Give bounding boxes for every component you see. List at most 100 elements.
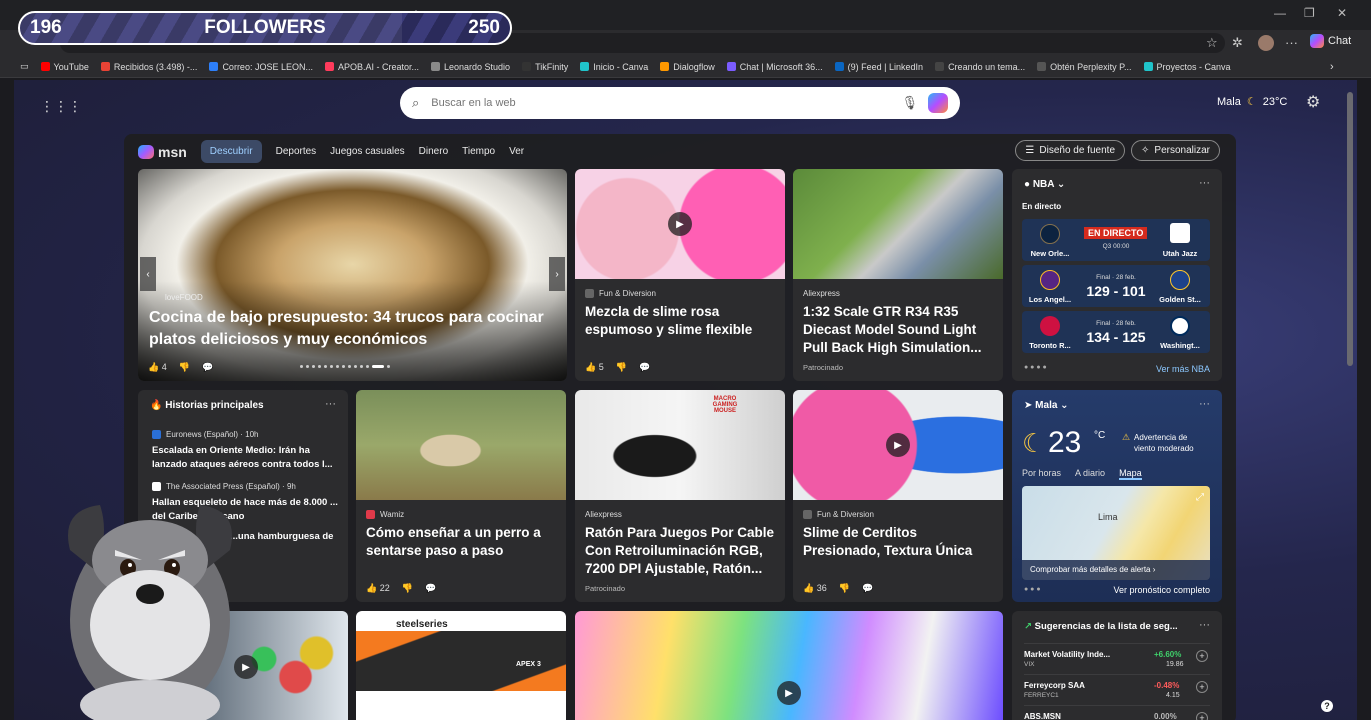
page-scrollbar[interactable] <box>1347 92 1353 366</box>
nav-tab-weather[interactable]: Tiempo <box>462 146 495 157</box>
dislike-icon[interactable]: 👎 <box>402 583 413 594</box>
see-more-nba-link[interactable]: Ver más NBA <box>1156 364 1210 374</box>
extensions-icon[interactable]: ✲ <box>1232 35 1243 51</box>
card-title[interactable]: Slime de Cerditos Presionado, Textura Ún… <box>803 524 993 560</box>
full-forecast-link[interactable]: Ver pronóstico completo <box>1113 585 1210 595</box>
nba-game-2[interactable]: Los Angel... Final · 28 feb. 129 - 101 G… <box>1022 265 1210 307</box>
minimize-icon[interactable]: — <box>1274 6 1286 20</box>
tab-daily[interactable]: A diario <box>1075 468 1105 480</box>
bookmark-item[interactable]: Chat | Microsoft 36... <box>726 62 823 72</box>
comment-icon[interactable]: 💬 <box>639 362 650 373</box>
gtr-card[interactable]: Aliexpress 1:32 Scale GTR R34 R35 Diecas… <box>793 169 1003 381</box>
bookmark-item[interactable]: TikFinity <box>522 62 568 72</box>
add-to-watchlist-icon[interactable]: + <box>1196 681 1208 693</box>
card-title[interactable]: Cómo enseñar a un perro a sentarse paso … <box>366 524 556 560</box>
watchlist-header[interactable]: ↗ Sugerencias de la lista de seg... <box>1024 621 1178 632</box>
like-button[interactable]: 👍 5 <box>585 362 604 373</box>
add-to-watchlist-icon[interactable]: + <box>1196 712 1208 720</box>
help-icon[interactable]: ? <box>1321 700 1333 712</box>
more-options-icon[interactable]: ··· <box>325 398 336 410</box>
watchlist-row[interactable]: ABS.MSN 0.00% + <box>1024 705 1210 720</box>
profile-avatar-icon[interactable] <box>1258 35 1274 51</box>
slime-pink-card[interactable]: ▶ Fun & Diversion Mezcla de slime rosa e… <box>575 169 785 381</box>
apps-grid-icon[interactable]: ⋮⋮⋮ <box>40 98 82 115</box>
hero-next-arrow[interactable]: › <box>549 257 565 291</box>
maximize-icon[interactable]: ❐ <box>1304 6 1315 20</box>
card-title[interactable]: Mezcla de slime rosa espumoso y slime fl… <box>585 303 775 339</box>
microphone-icon[interactable]: 🎙 <box>901 95 918 111</box>
bookmark-item[interactable]: Inicio - Canva <box>580 62 648 72</box>
bookmark-item[interactable]: YouTube <box>40 62 89 72</box>
weather-header[interactable]: ➤ Mala ⌄ <box>1024 400 1069 411</box>
bookmark-item[interactable]: Recibidos (3.498) -... <box>100 62 197 72</box>
card-title[interactable]: Ratón Para Juegos Por Cable Con Retroilu… <box>585 524 775 578</box>
story-title[interactable]: Escalada en Oriente Medio: Irán ha lanza… <box>152 444 338 472</box>
bookmark-item[interactable]: (9) Feed | LinkedIn <box>834 62 923 72</box>
msn-logo[interactable]: msn <box>138 144 187 160</box>
alert-details-link[interactable]: Comprobar más detalles de alerta › <box>1022 560 1210 580</box>
rainbow-slime-card[interactable]: ▶ <box>575 611 1003 720</box>
tab-map[interactable]: Mapa <box>1119 468 1142 480</box>
personalize-button[interactable]: ✧ Personalizar <box>1131 140 1220 161</box>
card-title[interactable]: 1:32 Scale GTR R34 R35 Diecast Model Sou… <box>803 303 993 357</box>
bookmark-item[interactable]: Obtén Perplexity P... <box>1037 62 1132 72</box>
bookmark-item[interactable]: Proyectos - Canva <box>1143 62 1231 72</box>
nav-tab-discover[interactable]: Descubrir <box>200 140 262 163</box>
watchlist-row[interactable]: Market Volatility Inde... VIX +6.60% 19.86 + <box>1024 643 1210 671</box>
like-button[interactable]: 👍 36 <box>803 583 827 594</box>
font-design-button[interactable]: ☰ Diseño de fuente <box>1015 140 1126 161</box>
weather-summary[interactable]: Mala ☾ 23°C <box>1217 95 1287 109</box>
nav-tab-watch[interactable]: Ver <box>509 146 524 157</box>
nba-pager[interactable]: ● ● ● ● <box>1024 364 1047 371</box>
nba-game-3[interactable]: Toronto R... Final · 28 feb. 134 - 125 W… <box>1022 311 1210 353</box>
play-icon[interactable]: ▶ <box>777 681 801 705</box>
favorite-star-icon[interactable]: ☆ <box>1206 35 1218 51</box>
comment-icon[interactable]: 💬 <box>202 362 213 373</box>
nav-tab-casual-games[interactable]: Juegos casuales <box>330 146 405 157</box>
more-options-icon[interactable]: ··· <box>1199 619 1210 631</box>
dislike-icon[interactable]: 👎 <box>616 362 627 373</box>
mouse-card[interactable]: MACRO GAMING MOUSE Aliexpress Ratón Para… <box>575 390 785 602</box>
copilot-chat-button[interactable]: Chat <box>1310 34 1351 48</box>
like-button[interactable]: 👍 22 <box>366 583 390 594</box>
add-to-watchlist-icon[interactable]: + <box>1196 650 1208 662</box>
hero-title[interactable]: Cocina de bajo presupuesto: 34 trucos pa… <box>149 307 549 351</box>
settings-gear-icon[interactable]: ⚙ <box>1306 92 1320 112</box>
keyboard-card[interactable]: steelseries APEX 3 <box>356 611 566 720</box>
bookmark-item[interactable]: APOB.AI - Creator... <box>324 62 419 72</box>
play-icon[interactable]: ▶ <box>668 212 692 236</box>
bookmarks-overflow-icon[interactable]: › <box>1330 61 1334 73</box>
bookmark-item[interactable]: Dialogflow <box>660 62 715 72</box>
bookmark-item[interactable]: Creando un tema... <box>935 62 1025 72</box>
slime-piggy-card[interactable]: ▶ Fun & Diversion Slime de Cerditos Pres… <box>793 390 1003 602</box>
expand-icon[interactable]: ⤢ <box>1196 492 1204 503</box>
dislike-icon[interactable]: 👎 <box>179 362 190 373</box>
dog-card[interactable]: Wamiz Cómo enseñar a un perro a sentarse… <box>356 390 566 602</box>
dislike-icon[interactable]: 👎 <box>839 583 850 594</box>
comment-icon[interactable]: 💬 <box>425 583 436 594</box>
nav-tab-sports[interactable]: Deportes <box>276 146 317 157</box>
web-search-box[interactable]: ⌕ 🎙 <box>400 87 960 119</box>
weather-alert[interactable]: Advertencia de viento moderado <box>1134 432 1208 454</box>
hero-card[interactable]: ‹ › loveFOOD Cocina de bajo presupuesto:… <box>138 169 567 381</box>
weather-pager[interactable]: ● ● ● <box>1024 586 1041 593</box>
bookmark-item[interactable]: Correo: JOSE LEON... <box>209 62 313 72</box>
copilot-search-icon[interactable] <box>928 93 948 113</box>
nav-tab-money[interactable]: Dinero <box>419 146 448 157</box>
tab-hourly[interactable]: Por horas <box>1022 468 1061 480</box>
bookmarks-toggle-icon[interactable]: ▭ <box>20 61 29 72</box>
close-icon[interactable]: ✕ <box>1337 6 1347 20</box>
more-options-icon[interactable]: ··· <box>1199 177 1210 189</box>
comment-icon[interactable]: 💬 <box>862 583 873 594</box>
more-menu-icon[interactable]: ··· <box>1285 35 1298 50</box>
play-icon[interactable]: ▶ <box>886 433 910 457</box>
weather-map[interactable]: Lima ⤢ Comprobar más detalles de alerta … <box>1022 486 1210 580</box>
nba-header[interactable]: ● NBA ⌄ <box>1024 179 1065 190</box>
like-button[interactable]: 👍 4 <box>148 362 167 373</box>
more-options-icon[interactable]: ··· <box>1199 398 1210 410</box>
hero-pager[interactable] <box>300 365 408 369</box>
search-input[interactable] <box>431 97 902 109</box>
watchlist-row[interactable]: Ferreycorp SAA FERREYC1 -0.48% 4.15 + <box>1024 674 1210 702</box>
hero-prev-arrow[interactable]: ‹ <box>140 257 156 291</box>
bookmark-item[interactable]: Leonardo Studio <box>431 62 510 72</box>
